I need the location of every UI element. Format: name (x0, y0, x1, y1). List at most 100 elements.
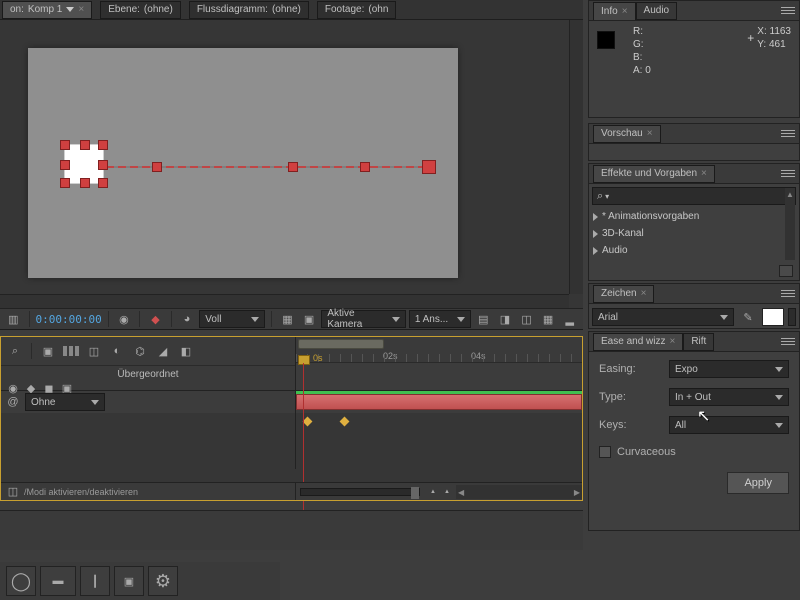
exposure-icon[interactable]: ▦ (539, 309, 558, 329)
frame-blend-icon[interactable]: ◫ (84, 341, 104, 361)
viewer-scroll-h[interactable] (0, 294, 569, 308)
zoom-in-icon[interactable]: ▲ (440, 482, 454, 502)
tab-label-name: Komp 1 (28, 4, 62, 15)
keyframe[interactable] (340, 417, 350, 427)
brainstorm-icon[interactable]: ⌬ (130, 341, 150, 361)
easing-dropdown[interactable]: Expo (669, 360, 789, 378)
bottom-tool-rectangle-icon[interactable]: ▬ (40, 566, 76, 596)
effects-scroll-v[interactable]: ▲ (785, 188, 795, 260)
info-y-value: : 461 (763, 39, 785, 50)
search-icon: ⌕ (597, 190, 603, 203)
zoom-out-icon[interactable]: ▲ (426, 482, 440, 502)
tab-rift[interactable]: Rift (683, 333, 714, 351)
keyframe[interactable] (303, 417, 313, 427)
effects-search-input[interactable]: ⌕ ▾ (592, 187, 796, 205)
tab-character[interactable]: Zeichen × (593, 285, 654, 303)
parent-dropdown[interactable]: Ohne (25, 393, 105, 411)
font-family-dropdown[interactable]: Arial (592, 308, 734, 326)
effects-new-bin-icon[interactable] (779, 265, 793, 277)
close-icon[interactable]: × (78, 4, 84, 15)
chevron-right-icon (593, 213, 598, 221)
views-label: 1 Ans... (415, 314, 448, 325)
bottom-tool-shutter-icon[interactable]: ◯ (6, 566, 36, 596)
graph-editor-icon[interactable]: ◢ (153, 341, 173, 361)
transparency-grid-icon[interactable]: ▦ (278, 309, 297, 329)
close-icon[interactable]: × (701, 168, 707, 179)
stroke-color-swatch[interactable] (788, 308, 796, 326)
close-icon[interactable]: × (641, 288, 647, 299)
toggle-switches-icon[interactable]: ◫ (5, 482, 21, 502)
tab-audio[interactable]: Audio (636, 2, 678, 20)
share-view-icon[interactable]: ▤ (474, 309, 493, 329)
shape-start[interactable] (64, 144, 104, 184)
magnify-icon[interactable]: ▥ (4, 309, 23, 329)
bottom-tool-layer-icon[interactable]: ▣ (114, 566, 144, 596)
panel-menu-icon[interactable] (781, 287, 795, 299)
work-area-bar[interactable] (298, 339, 384, 349)
timecode[interactable]: 0:00:00:00 (36, 313, 102, 326)
type-dropdown[interactable]: In + Out (669, 388, 789, 406)
bottom-tool-gear-icon[interactable]: ⚙ (148, 566, 178, 596)
timeline-scroll-h[interactable]: ◀ ▶ (456, 485, 582, 499)
close-icon[interactable]: × (622, 6, 628, 17)
font-family-value: Arial (598, 312, 618, 323)
panel-menu-icon[interactable] (781, 4, 795, 16)
keys-dropdown[interactable]: All (669, 416, 789, 434)
tree-item-animation-presets[interactable]: * Animationsvorgaben (589, 208, 799, 225)
tab-footage[interactable]: Footage: (ohn (317, 1, 397, 19)
eyedropper-icon[interactable]: ✎ (738, 307, 758, 327)
bottom-tool-split-icon[interactable]: ┃ (80, 566, 110, 596)
info-a-label: A: (633, 65, 642, 76)
tab-flowchart[interactable]: Flussdiagramm: (ohne) (189, 1, 309, 19)
tab-label-prefix: Ebene: (108, 4, 140, 15)
chevron-down-icon[interactable] (66, 7, 74, 12)
tab-info[interactable]: Info × (593, 2, 636, 20)
footer-toggle-label[interactable]: /Modi aktivieren/deaktivieren (24, 487, 138, 497)
views-dropdown[interactable]: 1 Ans... (409, 310, 471, 328)
path-handle[interactable] (288, 162, 298, 172)
mask-icon[interactable]: ▣ (300, 309, 319, 329)
channels-icon[interactable]: ◆ (146, 309, 165, 329)
tab-effects[interactable]: Effekte und Vorgaben × (593, 165, 715, 183)
timeline-zoom-slider[interactable] (300, 488, 420, 496)
timeline-search-icon[interactable]: ⌕ (5, 341, 25, 361)
layer-switch-icon[interactable] (61, 341, 81, 361)
timeline-icon[interactable]: ▂ (560, 309, 579, 329)
path-handle[interactable] (152, 162, 162, 172)
path-handle[interactable] (360, 162, 370, 172)
panel-menu-icon[interactable] (781, 127, 795, 139)
curvaceous-checkbox[interactable] (599, 446, 611, 458)
draft3d-icon[interactable]: ◧ (176, 341, 196, 361)
panel-menu-icon[interactable] (781, 167, 795, 179)
tab-label-prefix: Flussdiagramm: (197, 4, 268, 15)
panel-menu-icon[interactable] (781, 335, 795, 347)
motion-path (94, 166, 424, 168)
tab-preview[interactable]: Vorschau × (593, 125, 661, 143)
viewer-scroll-v[interactable] (569, 20, 583, 294)
close-icon[interactable]: × (669, 336, 675, 347)
apply-button[interactable]: Apply (727, 472, 789, 494)
tab-layer[interactable]: Ebene: (ohne) (100, 1, 181, 19)
info-a-value: 0 (645, 65, 651, 76)
shape-end[interactable] (422, 160, 436, 174)
zoom-slider-thumb[interactable] (411, 487, 419, 499)
tree-item-3d-channel[interactable]: 3D-Kanal (589, 225, 799, 242)
camera-dropdown[interactable]: Aktive Kamera (321, 310, 406, 328)
fill-color-swatch[interactable] (762, 308, 784, 326)
tab-composition[interactable]: on: Komp 1 × (2, 1, 92, 19)
playhead[interactable]: 0s (298, 355, 310, 365)
chevron-down-icon[interactable]: ▾ (605, 192, 609, 201)
comp-mini-icon[interactable]: ▣ (38, 341, 58, 361)
motion-blur-icon[interactable]: ◐ (107, 341, 127, 361)
pickwhip-icon[interactable]: @ (5, 392, 21, 412)
close-icon[interactable]: × (647, 128, 653, 139)
composition-canvas[interactable] (28, 48, 458, 278)
colorwheel-icon[interactable]: ◕ (178, 309, 197, 329)
tab-ease-and-wizz[interactable]: Ease and wizz × (593, 333, 683, 351)
settings-icon[interactable]: ◫ (517, 309, 536, 329)
tree-item-audio[interactable]: Audio (589, 242, 799, 259)
snapshot-icon[interactable]: ◉ (115, 309, 134, 329)
crop-icon[interactable]: ◨ (496, 309, 515, 329)
resolution-dropdown[interactable]: Voll (199, 310, 265, 328)
layer-bar[interactable] (296, 394, 582, 410)
